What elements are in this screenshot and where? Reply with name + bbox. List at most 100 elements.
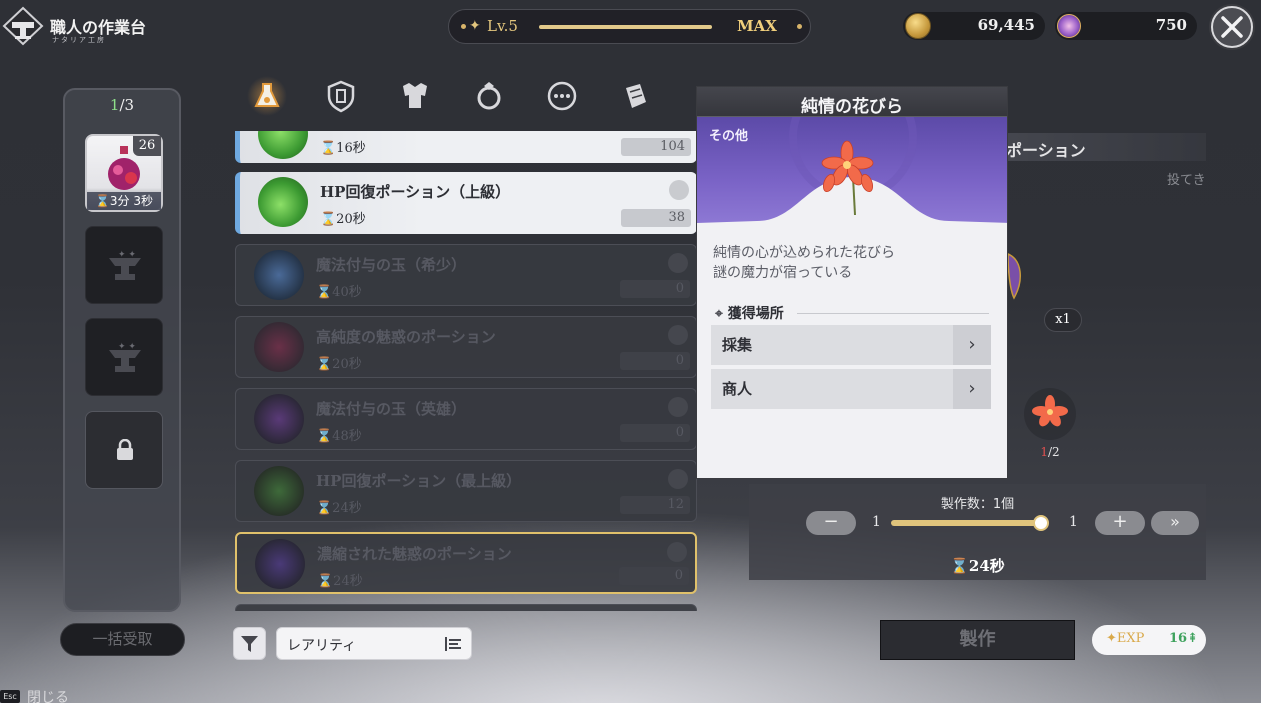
favorite-star-icon[interactable] — [668, 469, 688, 489]
recipe-time: ⌛24秒 — [317, 574, 363, 589]
quantity-min: 1 — [872, 514, 881, 530]
detail-title: ポーション — [1006, 141, 1086, 160]
favorite-star-icon[interactable] — [668, 397, 688, 417]
favorite-star-icon[interactable] — [668, 253, 688, 273]
lock-icon — [117, 439, 133, 460]
item-type-label: 投てき — [1167, 173, 1206, 188]
recipe-row-4[interactable]: 高純度の魅惑のポーション ⌛20秒 0 — [235, 316, 697, 378]
source-merchant-button[interactable]: 商人 › — [711, 369, 991, 409]
recipe-row-2[interactable]: HP回復ポーション（上級） ⌛20秒 38 — [235, 172, 697, 234]
recipe-time: ⌛48秒 — [316, 429, 362, 444]
flower-petal-icon — [697, 117, 1007, 223]
exp-label: ✦EXP — [1106, 631, 1145, 646]
recipe-owned-count: 0 — [619, 567, 689, 585]
potion-green-icon — [258, 131, 308, 159]
armor-icon — [403, 83, 427, 108]
tab-armor[interactable] — [395, 76, 435, 116]
recipe-owned-count: 38 — [621, 209, 691, 227]
close-button[interactable] — [1211, 6, 1253, 48]
recipe-owned-count: 0 — [620, 280, 690, 298]
gold-coin-icon — [905, 13, 931, 39]
tab-shield[interactable] — [321, 76, 361, 116]
recipe-row-7[interactable]: 濃縮された魅惑のポーション ⌛24秒 0 — [235, 532, 697, 594]
crafting-queue: 1/3 26 ⌛3分 3秒 ✦ ✦ ✦ ✦ — [63, 88, 181, 612]
sort-select-label: レアリティ — [287, 638, 357, 654]
source-gathering-button[interactable]: 採集 › — [711, 325, 991, 365]
source-label: 商人 — [722, 380, 753, 398]
flower-petal-icon — [1032, 395, 1068, 427]
decrease-button[interactable]: − — [806, 511, 856, 535]
more-icon — [547, 81, 577, 111]
recipe-owned-count: 104 — [621, 138, 691, 156]
max-quantity-button[interactable]: » — [1151, 511, 1199, 535]
bulk-collect-button[interactable]: 一括受取 — [60, 623, 185, 656]
material-count: 1/2 — [1040, 445, 1060, 459]
level-max-label: MAX — [737, 17, 777, 35]
quantity-slider-handle[interactable] — [1033, 515, 1049, 531]
filter-button[interactable] — [233, 627, 266, 660]
scroll-icon — [626, 84, 646, 108]
increase-button[interactable]: + — [1095, 511, 1145, 535]
tab-other[interactable] — [542, 76, 582, 116]
craft-quantity-label: 製作数：1個 — [940, 497, 1015, 512]
tab-potion[interactable] — [247, 76, 287, 116]
recipe-row-3[interactable]: 魔法付与の玉（希少） ⌛40秒 0 — [235, 244, 697, 306]
sort-select[interactable]: レアリティ — [276, 627, 472, 660]
recipe-time: ⌛20秒 — [320, 212, 366, 227]
recipe-row-6[interactable]: HP回復ポーション（最上級） ⌛24秒 12 — [235, 460, 697, 522]
recipe-row-5[interactable]: 魔法付与の玉（英雄） ⌛48秒 0 — [235, 388, 697, 450]
level-bar-dot-left — [461, 24, 466, 29]
esc-key-icon: Esc — [0, 690, 20, 703]
level-text: Lv.5 — [487, 17, 518, 35]
queue-slot-1[interactable]: 26 ⌛3分 3秒 — [85, 134, 163, 212]
butterfly-wing-icon — [1007, 252, 1021, 300]
favorite-star-icon[interactable] — [668, 325, 688, 345]
potion-green-icon — [258, 177, 308, 227]
workbench-logo-icon — [2, 6, 44, 46]
quantity-slider[interactable] — [891, 520, 1043, 526]
gold-counter: 69,445 — [903, 12, 1045, 40]
queue-slot-locked — [85, 411, 163, 489]
recipe-name: HP回復ポーション（最上級） — [316, 472, 522, 490]
svg-text:✦ ✦: ✦ ✦ — [118, 342, 136, 352]
craft-quantity-panel: 製作数：1個 − 1 1 + » ⌛24秒 — [749, 484, 1206, 580]
recipe-row-1[interactable]: ⌛16秒 104 — [235, 131, 697, 163]
close-icon — [1221, 16, 1243, 38]
tab-material[interactable] — [616, 76, 656, 116]
queue-slot-1-badge: 26 — [133, 136, 161, 156]
gem-counter: 750 — [1055, 12, 1197, 40]
favorite-star-icon[interactable] — [667, 542, 687, 562]
close-label[interactable]: 閉じる — [27, 687, 69, 703]
recipe-row-8[interactable] — [235, 604, 697, 611]
level-bar-dot-right — [797, 24, 802, 29]
tooltip-hero: その他 — [697, 117, 1007, 223]
craft-button[interactable]: 製作 — [880, 620, 1075, 660]
material-slot[interactable] — [1024, 388, 1076, 440]
recipe-time: ⌛20秒 — [316, 357, 362, 372]
shield-icon — [327, 80, 355, 113]
tooltip-header: 純情の花びら — [697, 87, 1007, 117]
queue-slot-1-time: ⌛3分 3秒 — [87, 192, 161, 210]
recipe-list: ⌛16秒 104 HP回復ポーション（上級） ⌛20秒 38 魔法付与の玉（希少… — [235, 131, 699, 611]
favorite-star-icon[interactable] — [669, 180, 689, 200]
potion-purple-icon — [255, 539, 305, 589]
gem-amount: 750 — [1155, 16, 1187, 34]
yield-count: x1 — [1044, 308, 1082, 332]
potion-pink-icon — [254, 322, 304, 372]
tooltip-title: 純情の花びら — [801, 97, 903, 117]
accessory-icon — [477, 82, 501, 110]
queue-count: 1/3 — [109, 96, 135, 114]
chevron-right-icon: › — [953, 369, 991, 409]
page-subtitle: ナタリア工房 — [52, 36, 106, 44]
level-star-icon: ✦ — [469, 18, 481, 34]
recipe-time: ⌛40秒 — [316, 285, 362, 300]
sort-order-icon[interactable] — [445, 637, 461, 651]
tab-accessory[interactable] — [469, 76, 509, 116]
source-divider — [797, 313, 989, 314]
gem-icon — [1057, 14, 1081, 38]
recipe-owned-count: 12 — [620, 496, 690, 514]
queue-slot-3[interactable]: ✦ ✦ — [85, 318, 163, 396]
anvil-icon: ✦ ✦ — [109, 250, 141, 280]
filter-icon — [241, 636, 258, 652]
queue-slot-2[interactable]: ✦ ✦ — [85, 226, 163, 304]
